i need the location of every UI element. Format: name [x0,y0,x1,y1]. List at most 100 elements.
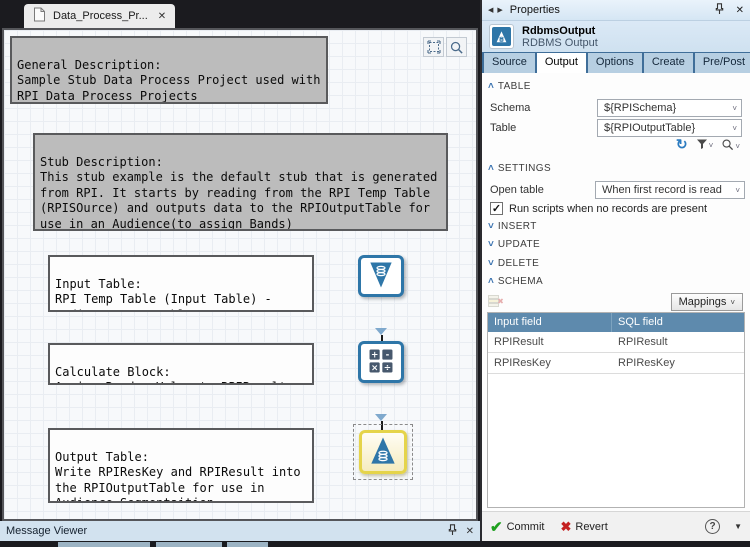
chevron-down-icon: ˅ [732,124,737,133]
editor-pane: Data_Process_Pr... ✕ General Description… [0,0,480,547]
run-scripts-checkbox[interactable]: ✓ [490,202,503,215]
fit-to-view-button[interactable] [423,37,444,57]
connector-arrow-icon [375,328,387,335]
bottom-tab-stub [58,542,150,547]
collapse-icon: ˄ [488,164,494,174]
table-row[interactable]: RPIResKey RPIResKey [488,353,744,374]
table-output-icon [365,434,401,471]
commit-check-icon: ✔ [490,518,503,536]
output-table-note[interactable]: Output Table: Write RPIResKey and RPIRes… [48,428,314,503]
section-header-delete[interactable]: ˅ DELETE [488,258,539,269]
application-window: Data_Process_Pr... ✕ General Description… [0,0,750,547]
tab-source[interactable]: Source [484,53,535,73]
open-table-value: When first record is read [602,184,722,196]
revert-button[interactable]: ✖ Revert [560,519,607,535]
tab-output[interactable]: Output [537,53,586,73]
input-table-note[interactable]: Input Table: RPI Temp Table (Input Table… [48,255,314,312]
design-canvas[interactable]: General Description: Sample Stub Data Pr… [2,28,478,521]
chevron-down-icon: ˅ [730,298,735,307]
svg-text:÷: ÷ [384,363,391,373]
calculate-node[interactable]: +-×÷ [358,341,404,383]
output-table-note-text: Output Table: Write RPIResKey and RPIRes… [55,450,301,504]
refresh-icon[interactable]: ↻ [676,137,688,151]
grid-cell[interactable]: RPIResKey [612,353,744,373]
schema-dropdown[interactable]: ${RPISchema} ˅ [597,99,742,117]
canvas-zoom-button[interactable] [446,37,467,57]
section-header-table[interactable]: ˄ TABLE [488,81,531,92]
chevron-down-icon: ˅ [735,186,740,195]
tab-create[interactable]: Create [644,53,693,73]
revert-x-icon: ✖ [560,519,571,535]
grid-cell[interactable]: RPIResult [612,332,744,352]
tab-options[interactable]: Options [588,53,642,73]
document-tab[interactable]: Data_Process_Pr... ✕ [24,4,175,28]
table-tools: ↻ ˅ ˅ [676,137,740,151]
close-icon[interactable]: ✕ [736,5,744,16]
delete-field-button[interactable] [488,295,504,311]
close-icon[interactable]: ✕ [466,526,474,537]
grid-cell[interactable]: RPIResKey [488,353,612,373]
table-label: Table [490,122,516,134]
calculate-block-note[interactable]: Calculate Block: Assign Random Value to … [48,343,314,385]
expand-icon: ˅ [488,259,494,269]
document-tab-bar: Data_Process_Pr... ✕ [0,0,480,28]
canvas-toolbar [423,37,467,57]
mappings-button-label: Mappings [679,296,727,308]
schema-label: Schema [490,102,530,114]
pin-icon[interactable] [715,3,724,18]
revert-button-label: Revert [575,521,607,533]
input-table-note-text: Input Table: RPI Temp Table (Input Table… [55,277,272,313]
message-viewer-title: Message Viewer [6,525,87,537]
general-description-note[interactable]: General Description: Sample Stub Data Pr… [10,36,328,104]
grid-header-row: Input field SQL field [488,313,744,332]
help-button[interactable]: ? [705,519,720,534]
table-row[interactable]: RPIResult RPIResult [488,332,744,353]
rdbms-output-node[interactable] [359,430,407,474]
search-button[interactable]: ˅ [721,138,740,151]
section-title: INSERT [498,221,537,232]
stub-description-note[interactable]: Stub Description: This stub example is t… [33,133,448,231]
node-name: RdbmsOutput [522,25,598,37]
grid-header-input-field: Input field [488,313,612,332]
pin-icon[interactable] [448,524,457,539]
document-tab-close-icon[interactable]: ✕ [158,11,166,22]
table-value: ${RPIOutputTable} [604,122,695,134]
nav-left-icon[interactable]: ◀ [488,6,493,14]
expand-icon: ˅ [488,240,494,250]
grid-header-sql-field: SQL field [612,313,744,332]
tab-prepost[interactable]: Pre/Post [695,53,750,73]
filter-icon [696,138,708,150]
properties-title-bar: ◀ ▶ Properties ✕ [482,0,750,21]
section-title: UPDATE [498,239,540,250]
chevron-down-icon: ˅ [732,104,737,113]
open-table-dropdown[interactable]: When first record is read ˅ [595,181,745,199]
bottom-window-strip [0,541,750,547]
input-table-node[interactable] [358,255,404,297]
expand-icon: ˅ [488,222,494,232]
message-viewer-bar[interactable]: Message Viewer ✕ [0,521,480,541]
commit-button[interactable]: ✔ Commit [490,518,544,536]
filter-button[interactable]: ˅ [696,138,714,150]
grid-cell[interactable]: RPIResult [488,332,612,352]
svg-text:×: × [371,363,378,373]
properties-header: RdbmsOutput RDBMS Output [482,21,750,52]
run-scripts-option: ✓ Run scripts when no records are presen… [490,202,707,215]
calculator-icon: +-×÷ [366,346,396,379]
section-header-insert[interactable]: ˅ INSERT [488,221,537,232]
mappings-button[interactable]: Mappings ˅ [671,293,743,311]
search-icon [721,138,734,151]
open-table-label: Open table [490,184,544,196]
table-dropdown[interactable]: ${RPIOutputTable} ˅ [597,119,742,137]
commit-button-label: Commit [507,521,545,533]
section-header-settings[interactable]: ˄ SETTINGS [488,163,551,174]
properties-panel-title: Properties [510,4,560,16]
section-title: SCHEMA [498,276,543,287]
section-header-update[interactable]: ˅ UPDATE [488,239,540,250]
general-description-text: General Description: Sample Stub Data Pr… [17,58,320,103]
section-header-schema[interactable]: ˄ SCHEMA [488,276,543,287]
nav-right-icon[interactable]: ▶ [497,6,502,14]
properties-tab-strip: Source Output Options Create Pre/Post Ex… [482,52,750,73]
footer-menu-icon[interactable]: ▼ [734,522,742,531]
node-type: RDBMS Output [522,37,598,49]
collapse-icon: ˄ [488,82,494,92]
